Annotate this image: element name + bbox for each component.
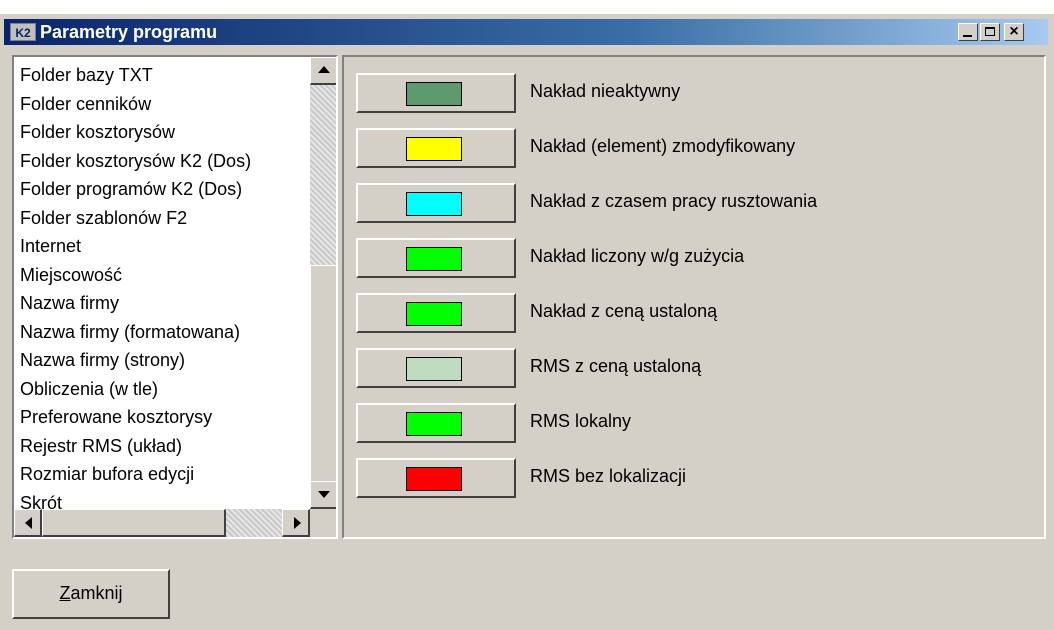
list-item-label: Folder cenników: [20, 93, 152, 114]
color-picker-button[interactable]: [356, 348, 516, 388]
color-picker-button[interactable]: [356, 238, 516, 278]
color-setting-row: Nakład liczony w/g zużycia: [356, 238, 1036, 282]
list-item-label: Folder kosztorysów K2 (Dos): [20, 150, 252, 171]
list-item[interactable]: Nazwa firmy: [18, 289, 308, 318]
arrow-left-icon: [25, 517, 32, 529]
color-swatch: [406, 302, 462, 326]
list-item[interactable]: Obliczenia (w tle): [18, 375, 308, 404]
window-title: Parametry programu: [40, 22, 218, 42]
close-button-mnemonic: Z: [59, 583, 71, 603]
color-setting-label: RMS bez lokalizacji: [530, 466, 687, 486]
settings-dialog: K2 Parametry programu × Folder bazy TXT F…: [0, 14, 1054, 630]
title-bar[interactable]: K2 Parametry programu ×: [4, 19, 1048, 45]
color-setting-label: Nakład z czasem pracy rusztowania: [530, 191, 818, 211]
color-swatch: [406, 467, 462, 491]
list-item-label: Folder szablonów F2: [20, 207, 188, 228]
background-window-strip: [0, 0, 1054, 14]
color-picker-button[interactable]: [356, 128, 516, 168]
list-item-label: Obliczenia (w tle): [20, 378, 159, 399]
list-item-label: Nazwa firmy: [20, 293, 120, 313]
scroll-left-button[interactable]: [14, 509, 42, 537]
color-setting-row: RMS bez lokalizacji: [356, 458, 1036, 502]
color-swatch: [406, 247, 462, 271]
color-picker-button[interactable]: [356, 183, 516, 223]
close-button[interactable]: Zamknij: [12, 569, 170, 619]
color-settings-panel: Nakład nieaktywny Nakład (element) zmodyf…: [342, 55, 1046, 539]
color-setting-row: Nakład z czasem pracy rusztowania: [356, 183, 1036, 227]
color-picker-button[interactable]: [356, 73, 516, 113]
list-item[interactable]: Folder szablonów F2: [18, 204, 308, 233]
list-item-label: Miejscowość: [20, 264, 123, 285]
settings-list: Folder bazy TXT Folder cenników Folder kos…: [16, 61, 308, 537]
color-swatch: [406, 82, 462, 106]
list-item[interactable]: Folder cenników: [18, 90, 308, 119]
list-item[interactable]: Folder bazy TXT: [18, 61, 308, 90]
list-item[interactable]: Rejestr RMS (układ): [18, 432, 308, 461]
list-item[interactable]: Nazwa firmy (formatowana): [18, 318, 308, 347]
list-item-label: Rozmiar bufora edycji: [20, 464, 195, 484]
list-item[interactable]: Folder kosztorysów: [18, 118, 308, 147]
list-item-label: Rejestr RMS (układ): [20, 435, 183, 456]
color-setting-label: Nakład (element) zmodyfikowany: [530, 136, 796, 156]
list-item-label: Folder kosztorysów: [20, 122, 176, 142]
arrow-right-icon: [294, 517, 301, 529]
vertical-scroll-thumb[interactable]: [310, 265, 336, 491]
color-setting-row: Nakład nieaktywny: [356, 73, 1036, 117]
settings-listbox[interactable]: Folder bazy TXT Folder cenników Folder kos…: [12, 55, 338, 539]
minimize-icon: [963, 35, 972, 37]
list-item[interactable]: Rozmiar bufora edycji: [18, 460, 308, 489]
list-item-label: Preferowane kosztorysy: [20, 407, 213, 427]
color-picker-button[interactable]: [356, 293, 516, 333]
color-swatch: [406, 137, 462, 161]
list-item-label: Nazwa firmy (strony): [20, 350, 186, 370]
color-setting-label: Nakład z ceną ustaloną: [530, 301, 718, 321]
color-setting-row: RMS z ceną ustaloną: [356, 348, 1036, 392]
close-button-label: amknij: [70, 583, 123, 603]
app-icon: K2: [10, 23, 36, 41]
maximize-button[interactable]: [980, 23, 1000, 41]
list-item[interactable]: Preferowane kosztorysy: [18, 403, 308, 432]
arrow-down-icon: [318, 491, 330, 498]
color-setting-label: RMS lokalny: [530, 411, 632, 431]
color-setting-row: RMS lokalny: [356, 403, 1036, 447]
maximize-icon: [985, 27, 995, 36]
color-swatch: [406, 357, 462, 381]
color-setting-row: Nakład (element) zmodyfikowany: [356, 128, 1036, 172]
list-item[interactable]: Folder kosztorysów K2 (Dos): [18, 147, 308, 176]
color-setting-row: Nakład z ceną ustaloną: [356, 293, 1036, 337]
horizontal-scroll-thumb[interactable]: [42, 509, 226, 537]
list-item-label: Nazwa firmy (formatowana): [20, 321, 241, 342]
list-item[interactable]: Nazwa firmy (strony): [18, 346, 308, 375]
arrow-up-icon: [318, 66, 330, 73]
minimize-button[interactable]: [958, 23, 978, 41]
list-item[interactable]: Internet: [18, 232, 308, 261]
scroll-right-button[interactable]: [282, 509, 310, 537]
list-item[interactable]: Miejscowość: [18, 261, 308, 290]
list-item-label: Internet: [20, 236, 82, 256]
scroll-down-button[interactable]: [310, 481, 336, 509]
close-window-button[interactable]: ×: [1004, 23, 1024, 41]
scroll-up-button[interactable]: [310, 57, 336, 85]
list-item[interactable]: Folder programów K2 (Dos): [18, 175, 308, 204]
close-icon: ×: [1009, 23, 1019, 40]
color-picker-button[interactable]: [356, 403, 516, 443]
list-item-label: Folder programów K2 (Dos): [20, 179, 243, 199]
color-swatch: [406, 412, 462, 436]
color-setting-label: Nakład liczony w/g zużycia: [530, 246, 745, 266]
color-setting-label: RMS z ceną ustaloną: [530, 356, 702, 376]
list-item-label: Folder bazy TXT: [20, 65, 153, 85]
color-setting-label: Nakład nieaktywny: [530, 81, 681, 101]
color-picker-button[interactable]: [356, 458, 516, 498]
color-swatch: [406, 192, 462, 216]
scrollbar-corner: [310, 509, 336, 537]
